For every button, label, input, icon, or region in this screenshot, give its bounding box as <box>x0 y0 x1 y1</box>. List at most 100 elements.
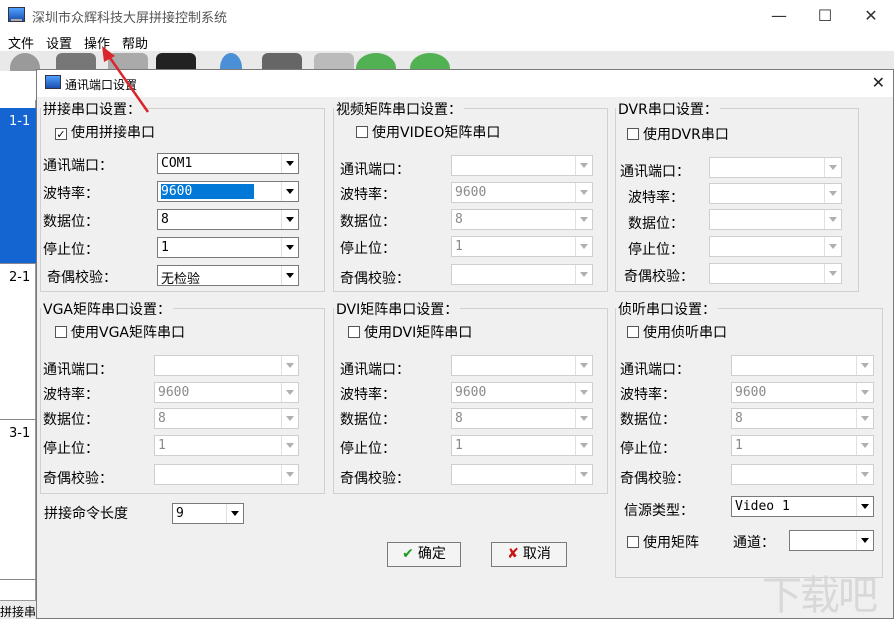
video-baud-select[interactable]: 9600 <box>451 182 593 203</box>
screen-cell-3-1[interactable]: 3-1 <box>0 420 36 580</box>
chevron-down-icon[interactable] <box>856 356 873 375</box>
menu-file[interactable]: 文件 <box>8 33 34 52</box>
use-video-matrix-checkbox[interactable]: 使用VIDEO矩阵串口 <box>356 122 500 142</box>
chevron-down-icon[interactable] <box>575 265 592 284</box>
use-splice-serial-checkbox[interactable]: ✓ 使用拼接串口 <box>55 122 155 142</box>
video-parity-select[interactable] <box>451 264 593 285</box>
chevron-down-icon[interactable] <box>856 465 873 484</box>
listen-port-select[interactable] <box>731 355 874 376</box>
listen-parity-select[interactable] <box>731 464 874 485</box>
use-listen-serial-checkbox[interactable]: 使用侦听串口 <box>627 322 727 342</box>
chevron-down-icon[interactable] <box>824 158 841 177</box>
vga-parity-select[interactable] <box>154 464 299 485</box>
listen-stopbits-select[interactable]: 1 <box>731 435 874 456</box>
dvr-databits-label: 数据位： <box>628 216 684 232</box>
checkbox-box <box>627 128 639 140</box>
chevron-down-icon[interactable] <box>824 184 841 203</box>
vga-port-select[interactable] <box>154 355 299 376</box>
chevron-down-icon[interactable] <box>575 156 592 175</box>
chevron-down-icon[interactable] <box>575 356 592 375</box>
menu-help[interactable]: 帮助 <box>122 33 148 52</box>
use-dvi-matrix-checkbox[interactable]: 使用DVI矩阵串口 <box>348 322 472 342</box>
chevron-down-icon[interactable] <box>575 183 592 202</box>
chevron-down-icon[interactable] <box>281 238 298 257</box>
splice-port-select[interactable]: COM1 <box>157 153 299 174</box>
chevron-down-icon[interactable] <box>575 409 592 428</box>
source-type-label: 信源类型： <box>624 503 694 519</box>
dvi-port-select[interactable] <box>451 355 593 376</box>
chevron-down-icon[interactable] <box>824 264 841 283</box>
chevron-down-icon[interactable] <box>824 210 841 229</box>
video-databits-label: 数据位： <box>340 214 396 230</box>
close-button[interactable]: ✕ <box>848 0 894 31</box>
ok-button[interactable]: ✔ 确定 <box>387 542 461 567</box>
splice-databits-select[interactable]: 8 <box>157 209 299 230</box>
dvr-parity-select[interactable] <box>709 263 842 284</box>
vga-databits-select[interactable]: 8 <box>154 408 299 429</box>
listen-baud-select[interactable]: 9600 <box>731 382 874 403</box>
use-vga-matrix-checkbox[interactable]: 使用VGA矩阵串口 <box>55 322 185 342</box>
splice-baud-select[interactable]: 9600 <box>157 181 299 202</box>
screen-cell-2-1[interactable]: 2-1 <box>0 264 36 420</box>
chevron-down-icon[interactable] <box>575 436 592 455</box>
chevron-down-icon[interactable] <box>856 497 873 516</box>
video-databits-select[interactable]: 8 <box>451 209 593 230</box>
menu-settings[interactable]: 设置 <box>46 33 72 52</box>
chevron-down-icon[interactable] <box>281 436 298 455</box>
chevron-down-icon[interactable] <box>281 409 298 428</box>
dvi-stopbits-select[interactable]: 1 <box>451 435 593 456</box>
menu-operation[interactable]: 操作 <box>84 33 110 52</box>
vga-stopbits-label: 停止位： <box>43 441 99 457</box>
chevron-down-icon[interactable] <box>824 237 841 256</box>
chevron-down-icon[interactable] <box>226 504 243 523</box>
cancel-button[interactable]: ✘ 取消 <box>491 542 567 567</box>
use-matrix-label: 使用矩阵 <box>643 535 699 551</box>
listen-parity-label: 奇偶校验： <box>620 471 690 487</box>
channel-select[interactable] <box>789 530 874 551</box>
dvi-parity-select[interactable] <box>451 464 593 485</box>
dvr-databits-select[interactable] <box>709 209 842 230</box>
screen-cell-1-1[interactable]: 1-1 <box>0 108 36 264</box>
video-stopbits-select[interactable]: 1 <box>451 236 593 257</box>
splice-stopbits-label: 停止位： <box>43 242 99 258</box>
use-video-matrix-label: 使用VIDEO矩阵串口 <box>372 125 501 141</box>
chevron-down-icon[interactable] <box>575 210 592 229</box>
chevron-down-icon[interactable] <box>281 182 298 201</box>
chevron-down-icon[interactable] <box>856 409 873 428</box>
chevron-down-icon[interactable] <box>856 436 873 455</box>
dialog-close-button[interactable]: ✕ <box>872 73 885 92</box>
chevron-down-icon[interactable] <box>575 465 592 484</box>
chevron-down-icon[interactable] <box>281 266 298 285</box>
dvi-databits-select[interactable]: 8 <box>451 408 593 429</box>
dvr-parity-label: 奇偶校验： <box>624 269 694 285</box>
source-type-select[interactable]: Video 1 <box>731 496 874 517</box>
listen-databits-select[interactable]: 8 <box>731 408 874 429</box>
chevron-down-icon[interactable] <box>856 531 873 550</box>
chevron-down-icon[interactable] <box>575 237 592 256</box>
chevron-down-icon[interactable] <box>281 210 298 229</box>
dvr-stopbits-select[interactable] <box>709 236 842 257</box>
use-matrix-checkbox[interactable]: 使用矩阵 <box>627 532 699 552</box>
dvr-serial-group: DVR串口设置： 使用DVR串口 通讯端口： 波特率： 数据位： 停止位： 奇偶… <box>615 99 859 292</box>
chevron-down-icon[interactable] <box>281 465 298 484</box>
chevron-down-icon[interactable] <box>575 383 592 402</box>
video-port-select[interactable] <box>451 155 593 176</box>
dvi-stopbits-label: 停止位： <box>340 441 396 457</box>
chevron-down-icon[interactable] <box>281 383 298 402</box>
chevron-down-icon[interactable] <box>281 356 298 375</box>
dvi-baud-select[interactable]: 9600 <box>451 382 593 403</box>
splice-stopbits-select[interactable]: 1 <box>157 237 299 258</box>
minimize-button[interactable]: — <box>756 0 802 31</box>
vga-baud-select[interactable]: 9600 <box>154 382 299 403</box>
maximize-button[interactable]: ☐ <box>802 0 848 31</box>
use-dvr-serial-checkbox[interactable]: 使用DVR串口 <box>627 124 729 144</box>
chevron-down-icon[interactable] <box>281 154 298 173</box>
splice-baud-value: 9600 <box>161 184 255 199</box>
cmd-length-select[interactable]: 9 <box>172 503 244 524</box>
dvi-matrix-group: DVI矩阵串口设置： 使用DVI矩阵串口 通讯端口： 波特率： 9600 数据位… <box>333 299 608 494</box>
dvr-port-select[interactable] <box>709 157 842 178</box>
dvr-baud-select[interactable] <box>709 183 842 204</box>
splice-parity-select[interactable]: 无检验 <box>157 265 299 286</box>
vga-stopbits-select[interactable]: 1 <box>154 435 299 456</box>
chevron-down-icon[interactable] <box>856 383 873 402</box>
